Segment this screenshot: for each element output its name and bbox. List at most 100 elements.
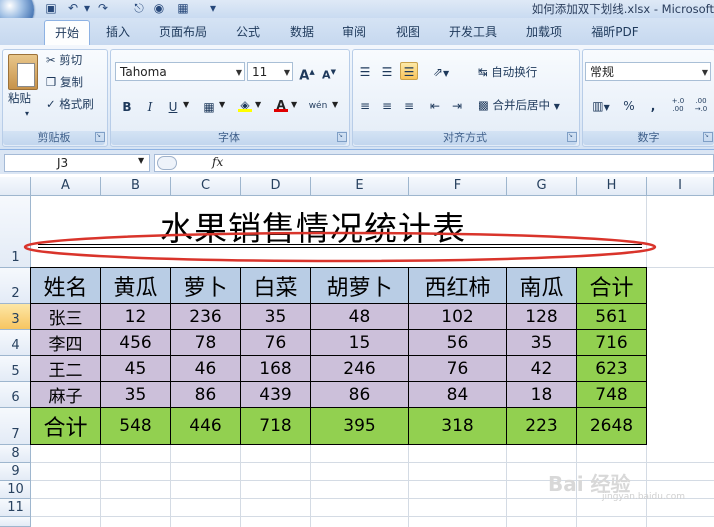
table-cell[interactable]: 18 xyxy=(506,381,577,408)
table-cell[interactable]: 76 xyxy=(408,355,507,382)
row-header-11[interactable]: 11 xyxy=(0,499,31,517)
font-size-select[interactable]: 11 ▼ xyxy=(247,62,293,81)
tab-add-ins[interactable]: 加载项 xyxy=(518,20,570,44)
underline-button[interactable]: U xyxy=(164,97,182,115)
table-cell[interactable]: 168 xyxy=(240,355,311,382)
table-total-cell[interactable]: 318 xyxy=(408,407,507,445)
print-preview-icon[interactable]: ⎋ xyxy=(132,1,146,15)
table-cell[interactable]: 56 xyxy=(408,329,507,356)
save-icon[interactable]: ▣ xyxy=(44,1,58,15)
align-top-button[interactable]: ☰ xyxy=(356,62,374,80)
table-total-cell[interactable]: 2648 xyxy=(576,407,647,445)
decrease-decimal-button[interactable]: .00 →.0 xyxy=(691,96,711,114)
format-painter-button[interactable]: ✓ 格式刷 xyxy=(46,96,94,112)
name-box-dropdown-icon[interactable]: ▼ xyxy=(138,156,144,165)
borders-button[interactable]: ▦ xyxy=(200,97,218,115)
select-all-corner[interactable] xyxy=(0,177,31,196)
column-header-h[interactable]: H xyxy=(577,177,647,196)
align-middle-button[interactable]: ☰ xyxy=(378,62,396,80)
row-header-7[interactable]: 7 xyxy=(0,408,31,445)
row-header-4[interactable]: 4 xyxy=(0,330,31,356)
copy-button[interactable]: ❐ 复制 xyxy=(46,74,83,90)
bold-button[interactable]: B xyxy=(118,97,136,115)
decrease-indent-button[interactable]: ⇤ xyxy=(426,96,444,114)
formula-bar-toggle[interactable] xyxy=(157,156,177,170)
table-cell[interactable]: 78 xyxy=(170,329,241,356)
table-cell[interactable]: 716 xyxy=(576,329,647,356)
paste-dropdown-icon[interactable]: ▾ xyxy=(25,106,29,122)
table-total-cell[interactable]: 718 xyxy=(240,407,311,445)
table-total-cell[interactable]: 395 xyxy=(310,407,409,445)
accounting-format-button[interactable]: ▥▼ xyxy=(586,96,616,114)
align-bottom-button[interactable]: ☰ xyxy=(400,62,418,80)
italic-button[interactable]: I xyxy=(141,97,159,115)
table-cell[interactable]: 86 xyxy=(310,381,409,408)
table-cell[interactable]: 35 xyxy=(100,381,171,408)
table-cell[interactable]: 45 xyxy=(100,355,171,382)
row-header-9[interactable]: 9 xyxy=(0,463,31,481)
table-cell[interactable]: 15 xyxy=(310,329,409,356)
column-header-d[interactable]: D xyxy=(241,177,311,196)
row-header-12[interactable] xyxy=(0,517,31,527)
table-cell[interactable]: 46 xyxy=(170,355,241,382)
tab-formulas[interactable]: 公式 xyxy=(228,20,268,44)
paste-button[interactable]: 粘贴 xyxy=(8,90,31,106)
table-cell[interactable]: 48 xyxy=(310,303,409,330)
undo-dropdown-icon[interactable]: ▾ xyxy=(80,1,94,15)
table-cell[interactable]: 42 xyxy=(506,355,577,382)
table-cell[interactable]: 623 xyxy=(576,355,647,382)
table-cell[interactable]: 35 xyxy=(240,303,311,330)
cut-button[interactable]: ✂ 剪切 xyxy=(46,52,82,68)
shrink-font-button[interactable]: A▼ xyxy=(320,62,338,82)
tab-page-layout[interactable]: 页面布局 xyxy=(150,20,216,44)
redo-icon[interactable]: ↷ xyxy=(96,1,110,15)
table-total-cell[interactable]: 合计 xyxy=(30,407,101,445)
increase-decimal-button[interactable]: +.0 .00 xyxy=(668,96,688,114)
table-cell[interactable]: 246 xyxy=(310,355,409,382)
table-cell[interactable]: 748 xyxy=(576,381,647,408)
table-total-cell[interactable]: 446 xyxy=(170,407,241,445)
column-header-g[interactable]: G xyxy=(507,177,577,196)
table-header-cell[interactable]: 西红柿 xyxy=(408,267,507,304)
tab-foxit-pdf[interactable]: 福昕PDF xyxy=(584,20,646,44)
table-header-cell[interactable]: 胡萝卜 xyxy=(310,267,409,304)
column-header-e[interactable]: E xyxy=(311,177,409,196)
table-cell[interactable]: 102 xyxy=(408,303,507,330)
fill-color-button[interactable]: ◈ xyxy=(236,95,254,113)
formula-input[interactable] xyxy=(154,154,714,172)
table-cell[interactable]: 236 xyxy=(170,303,241,330)
row-header-3[interactable]: 3 xyxy=(0,304,31,330)
grow-font-button[interactable]: A▲ xyxy=(298,62,316,83)
tab-home[interactable]: 开始 xyxy=(44,20,90,46)
row-header-10[interactable]: 10 xyxy=(0,481,31,499)
alignment-dialog-launcher-icon[interactable]: ↘ xyxy=(567,132,577,142)
column-header-b[interactable]: B xyxy=(101,177,171,196)
font-color-button[interactable]: A xyxy=(272,95,290,113)
font-color-dropdown-icon[interactable]: ▼ xyxy=(291,100,297,109)
insert-function-icon[interactable]: fx xyxy=(212,155,223,169)
tab-developer[interactable]: 开发工具 xyxy=(440,20,506,44)
column-header-a[interactable]: A xyxy=(31,177,101,196)
phonetic-guide-button[interactable]: wén xyxy=(306,96,330,114)
orientation-button[interactable]: ⇗▼ xyxy=(426,62,456,80)
underline-dropdown-icon[interactable]: ▼ xyxy=(183,100,189,109)
table-header-cell[interactable]: 姓名 xyxy=(30,267,101,304)
table-cell[interactable]: 麻子 xyxy=(30,381,101,408)
name-box[interactable]: J3 xyxy=(4,154,150,172)
table-header-cell[interactable]: 白菜 xyxy=(240,267,311,304)
table-cell[interactable]: 76 xyxy=(240,329,311,356)
paste-icon[interactable] xyxy=(8,54,38,90)
table-cell[interactable]: 128 xyxy=(506,303,577,330)
column-header-i[interactable]: I xyxy=(647,177,714,196)
table-cell[interactable]: 84 xyxy=(408,381,507,408)
tab-insert[interactable]: 插入 xyxy=(98,20,138,44)
table-cell[interactable]: 86 xyxy=(170,381,241,408)
customize-toolbar-icon[interactable]: ▾ xyxy=(206,1,220,15)
borders-dropdown-icon[interactable]: ▼ xyxy=(219,100,225,109)
column-header-f[interactable]: F xyxy=(409,177,507,196)
tab-view[interactable]: 视图 xyxy=(388,20,428,44)
table-header-cell[interactable]: 黄瓜 xyxy=(100,267,171,304)
comma-style-button[interactable]: , xyxy=(644,96,662,114)
wrap-text-button[interactable]: ↹ 自动换行 xyxy=(478,64,537,80)
undo-icon[interactable]: ↶ xyxy=(66,1,80,15)
